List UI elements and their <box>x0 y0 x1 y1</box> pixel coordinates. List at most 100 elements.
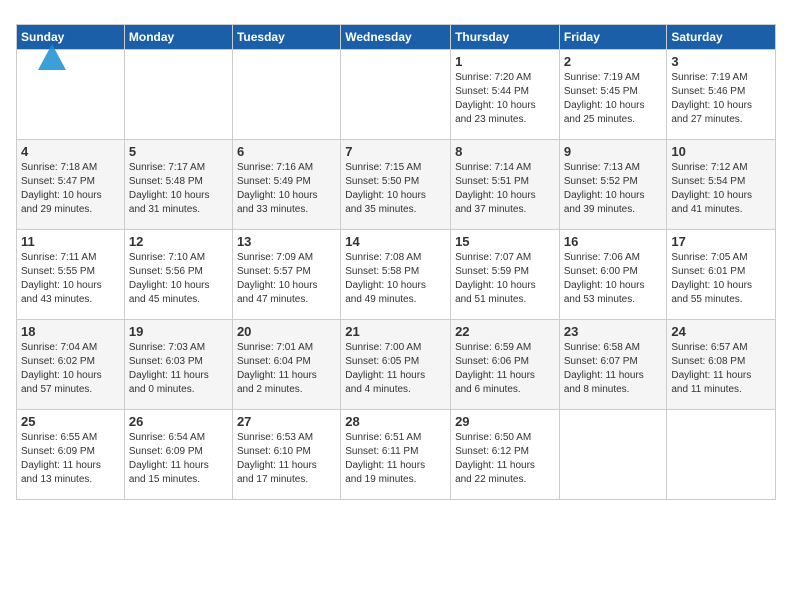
calendar-cell: 14 Sunrise: 7:08 AM Sunset: 5:58 PM Dayli… <box>341 230 451 320</box>
calendar-cell: 23 Sunrise: 6:58 AM Sunset: 6:07 PM Dayli… <box>559 320 667 410</box>
weekday-header-thursday: Thursday <box>451 25 560 50</box>
day-info: Sunrise: 7:05 AM Sunset: 6:01 PM Dayligh… <box>671 251 771 307</box>
day-number: 10 <box>671 144 771 159</box>
calendar-table: SundayMondayTuesdayWednesdayThursdayFrid… <box>16 24 776 500</box>
calendar-cell: 25 Sunrise: 6:55 AM Sunset: 6:09 PM Dayli… <box>17 410 125 500</box>
weekday-header-monday: Monday <box>124 25 232 50</box>
day-info: Sunrise: 7:04 AM Sunset: 6:02 PM Dayligh… <box>21 341 120 397</box>
day-info: Sunrise: 7:19 AM Sunset: 5:46 PM Dayligh… <box>671 71 771 127</box>
calendar-cell: 13 Sunrise: 7:09 AM Sunset: 5:57 PM Dayli… <box>232 230 340 320</box>
calendar-cell: 9 Sunrise: 7:13 AM Sunset: 5:52 PM Daylig… <box>559 140 667 230</box>
calendar-cell: 3 Sunrise: 7:19 AM Sunset: 5:46 PM Daylig… <box>667 50 776 140</box>
day-number: 12 <box>129 234 228 249</box>
day-info: Sunrise: 6:54 AM Sunset: 6:09 PM Dayligh… <box>129 431 228 487</box>
calendar-week-4: 18 Sunrise: 7:04 AM Sunset: 6:02 PM Dayli… <box>17 320 776 410</box>
calendar-cell: 5Sunrise: 7:17 AM Sunset: 5:48 PM Daylig… <box>124 140 232 230</box>
day-number: 4 <box>21 144 120 159</box>
calendar-cell: 18 Sunrise: 7:04 AM Sunset: 6:02 PM Dayli… <box>17 320 125 410</box>
day-number: 29 <box>455 414 555 429</box>
day-info: Sunrise: 7:03 AM Sunset: 6:03 PM Dayligh… <box>129 341 228 397</box>
day-number: 13 <box>237 234 336 249</box>
day-info: Sunrise: 6:50 AM Sunset: 6:12 PM Dayligh… <box>455 431 555 487</box>
calendar-cell: 4 Sunrise: 7:18 AM Sunset: 5:47 PM Daylig… <box>17 140 125 230</box>
weekday-header-row: SundayMondayTuesdayWednesdayThursdayFrid… <box>17 25 776 50</box>
calendar-cell: 12 Sunrise: 7:10 AM Sunset: 5:56 PM Dayli… <box>124 230 232 320</box>
day-number: 16 <box>564 234 663 249</box>
day-number: 8 <box>455 144 555 159</box>
day-info: Sunrise: 7:16 AM Sunset: 5:49 PM Dayligh… <box>237 161 336 217</box>
calendar-cell: 22Sunrise: 6:59 AM Sunset: 6:06 PM Dayli… <box>451 320 560 410</box>
calendar-cell: 28 Sunrise: 6:51 AM Sunset: 6:11 PM Dayli… <box>341 410 451 500</box>
day-info: Sunrise: 7:09 AM Sunset: 5:57 PM Dayligh… <box>237 251 336 307</box>
calendar-cell: 10 Sunrise: 7:12 AM Sunset: 5:54 PM Dayli… <box>667 140 776 230</box>
calendar-week-2: 4 Sunrise: 7:18 AM Sunset: 5:47 PM Daylig… <box>17 140 776 230</box>
day-info: Sunrise: 6:58 AM Sunset: 6:07 PM Dayligh… <box>564 341 663 397</box>
calendar-cell: 21 Sunrise: 7:00 AM Sunset: 6:05 PM Dayli… <box>341 320 451 410</box>
calendar-cell <box>341 50 451 140</box>
day-number: 11 <box>21 234 120 249</box>
logo-icon <box>32 40 72 80</box>
day-number: 1 <box>455 54 555 69</box>
day-number: 26 <box>129 414 228 429</box>
calendar-cell <box>124 50 232 140</box>
weekday-header-saturday: Saturday <box>667 25 776 50</box>
calendar-cell: 8 Sunrise: 7:14 AM Sunset: 5:51 PM Daylig… <box>451 140 560 230</box>
weekday-header-wednesday: Wednesday <box>341 25 451 50</box>
calendar-cell: 26 Sunrise: 6:54 AM Sunset: 6:09 PM Dayli… <box>124 410 232 500</box>
day-number: 20 <box>237 324 336 339</box>
day-info: Sunrise: 7:06 AM Sunset: 6:00 PM Dayligh… <box>564 251 663 307</box>
day-number: 14 <box>345 234 446 249</box>
day-info: Sunrise: 6:59 AM Sunset: 6:06 PM Dayligh… <box>455 341 555 397</box>
day-number: 28 <box>345 414 446 429</box>
calendar-cell <box>667 410 776 500</box>
day-number: 27 <box>237 414 336 429</box>
calendar-week-3: 11 Sunrise: 7:11 AM Sunset: 5:55 PM Dayli… <box>17 230 776 320</box>
day-info: Sunrise: 7:20 AM Sunset: 5:44 PM Dayligh… <box>455 71 555 127</box>
calendar-cell: 1 Sunrise: 7:20 AM Sunset: 5:44 PM Daylig… <box>451 50 560 140</box>
day-number: 3 <box>671 54 771 69</box>
day-number: 6 <box>237 144 336 159</box>
day-number: 15 <box>455 234 555 249</box>
calendar-cell: 17 Sunrise: 7:05 AM Sunset: 6:01 PM Dayli… <box>667 230 776 320</box>
weekday-header-friday: Friday <box>559 25 667 50</box>
calendar-cell: 27 Sunrise: 6:53 AM Sunset: 6:10 PM Dayli… <box>232 410 340 500</box>
calendar-cell: 2Sunrise: 7:19 AM Sunset: 5:45 PM Daylig… <box>559 50 667 140</box>
day-number: 7 <box>345 144 446 159</box>
day-info: Sunrise: 7:18 AM Sunset: 5:47 PM Dayligh… <box>21 161 120 217</box>
calendar-cell: 6 Sunrise: 7:16 AM Sunset: 5:49 PM Daylig… <box>232 140 340 230</box>
day-info: Sunrise: 7:10 AM Sunset: 5:56 PM Dayligh… <box>129 251 228 307</box>
day-number: 23 <box>564 324 663 339</box>
day-info: Sunrise: 7:07 AM Sunset: 5:59 PM Dayligh… <box>455 251 555 307</box>
day-number: 9 <box>564 144 663 159</box>
day-info: Sunrise: 7:13 AM Sunset: 5:52 PM Dayligh… <box>564 161 663 217</box>
calendar-cell: 24 Sunrise: 6:57 AM Sunset: 6:08 PM Dayli… <box>667 320 776 410</box>
day-info: Sunrise: 7:00 AM Sunset: 6:05 PM Dayligh… <box>345 341 446 397</box>
calendar-cell: 20 Sunrise: 7:01 AM Sunset: 6:04 PM Dayli… <box>232 320 340 410</box>
calendar-week-5: 25 Sunrise: 6:55 AM Sunset: 6:09 PM Dayli… <box>17 410 776 500</box>
calendar-cell <box>559 410 667 500</box>
day-info: Sunrise: 7:15 AM Sunset: 5:50 PM Dayligh… <box>345 161 446 217</box>
calendar-cell: 15 Sunrise: 7:07 AM Sunset: 5:59 PM Dayli… <box>451 230 560 320</box>
calendar-week-1: 1 Sunrise: 7:20 AM Sunset: 5:44 PM Daylig… <box>17 50 776 140</box>
day-number: 5 <box>129 144 228 159</box>
day-number: 19 <box>129 324 228 339</box>
day-number: 25 <box>21 414 120 429</box>
day-number: 24 <box>671 324 771 339</box>
day-number: 17 <box>671 234 771 249</box>
calendar-cell: 11 Sunrise: 7:11 AM Sunset: 5:55 PM Dayli… <box>17 230 125 320</box>
calendar-cell: 7 Sunrise: 7:15 AM Sunset: 5:50 PM Daylig… <box>341 140 451 230</box>
day-info: Sunrise: 7:11 AM Sunset: 5:55 PM Dayligh… <box>21 251 120 307</box>
day-info: Sunrise: 7:01 AM Sunset: 6:04 PM Dayligh… <box>237 341 336 397</box>
day-number: 21 <box>345 324 446 339</box>
day-info: Sunrise: 7:08 AM Sunset: 5:58 PM Dayligh… <box>345 251 446 307</box>
day-info: Sunrise: 6:53 AM Sunset: 6:10 PM Dayligh… <box>237 431 336 487</box>
day-info: Sunrise: 6:51 AM Sunset: 6:11 PM Dayligh… <box>345 431 446 487</box>
day-info: Sunrise: 6:55 AM Sunset: 6:09 PM Dayligh… <box>21 431 120 487</box>
day-info: Sunrise: 7:12 AM Sunset: 5:54 PM Dayligh… <box>671 161 771 217</box>
day-info: Sunrise: 6:57 AM Sunset: 6:08 PM Dayligh… <box>671 341 771 397</box>
calendar-cell: 29 Sunrise: 6:50 AM Sunset: 6:12 PM Dayli… <box>451 410 560 500</box>
day-info: Sunrise: 7:14 AM Sunset: 5:51 PM Dayligh… <box>455 161 555 217</box>
day-number: 2 <box>564 54 663 69</box>
calendar-cell: 16 Sunrise: 7:06 AM Sunset: 6:00 PM Dayli… <box>559 230 667 320</box>
day-number: 18 <box>21 324 120 339</box>
